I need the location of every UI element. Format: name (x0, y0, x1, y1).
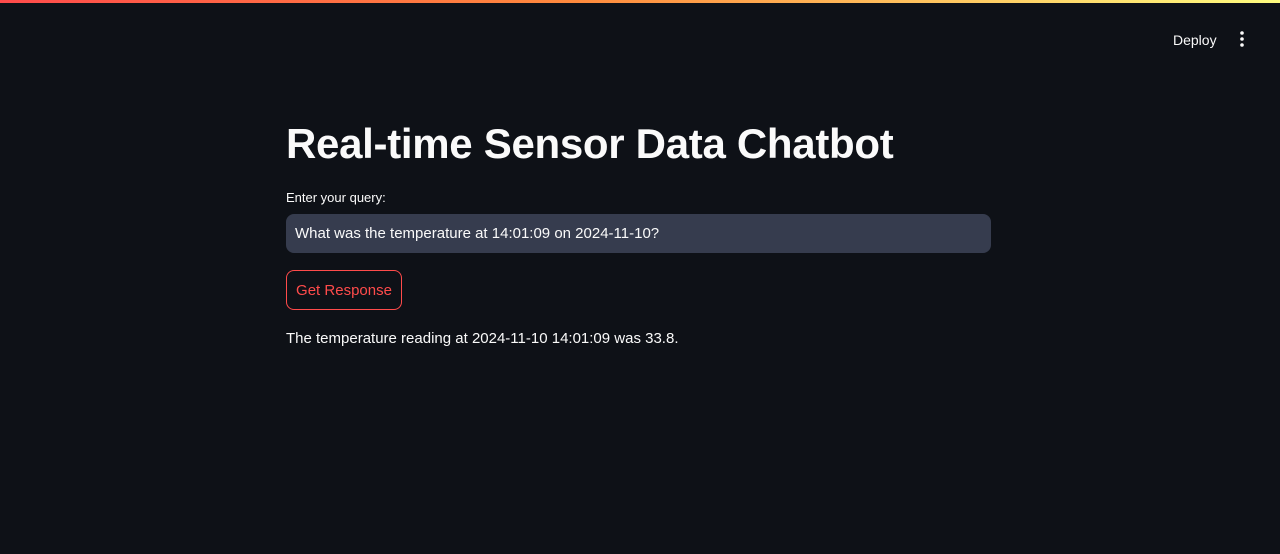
app-header: Deploy (0, 3, 1280, 61)
query-label: Enter your query: (286, 190, 386, 205)
deploy-button[interactable]: Deploy (1163, 27, 1227, 53)
get-response-button[interactable]: Get Response (286, 270, 402, 310)
response-text: The temperature reading at 2024-11-10 14… (286, 330, 679, 347)
vertical-ellipsis-icon (1240, 31, 1244, 47)
page-title: Real-time Sensor Data Chatbot (286, 120, 894, 167)
main-menu-button[interactable] (1228, 25, 1256, 53)
query-input[interactable] (286, 214, 991, 253)
